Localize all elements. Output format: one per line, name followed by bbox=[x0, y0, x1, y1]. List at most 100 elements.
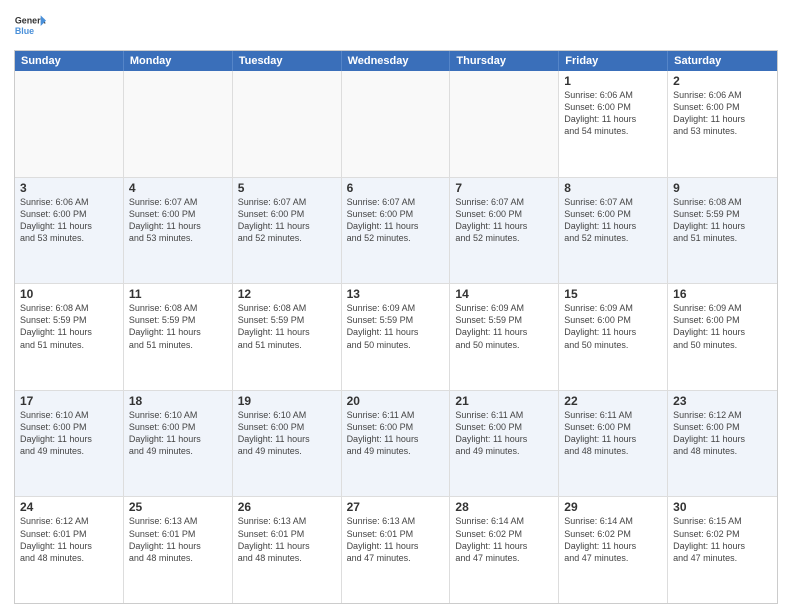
day-cell-2[interactable]: 2Sunrise: 6:06 AM Sunset: 6:00 PM Daylig… bbox=[668, 71, 777, 177]
day-number: 11 bbox=[129, 287, 227, 301]
weekday-header-saturday: Saturday bbox=[668, 51, 777, 71]
day-cell-20[interactable]: 20Sunrise: 6:11 AM Sunset: 6:00 PM Dayli… bbox=[342, 391, 451, 497]
day-cell-1[interactable]: 1Sunrise: 6:06 AM Sunset: 6:00 PM Daylig… bbox=[559, 71, 668, 177]
day-cell-15[interactable]: 15Sunrise: 6:09 AM Sunset: 6:00 PM Dayli… bbox=[559, 284, 668, 390]
empty-cell bbox=[15, 71, 124, 177]
day-info: Sunrise: 6:09 AM Sunset: 5:59 PM Dayligh… bbox=[347, 302, 445, 351]
day-cell-24[interactable]: 24Sunrise: 6:12 AM Sunset: 6:01 PM Dayli… bbox=[15, 497, 124, 603]
day-number: 17 bbox=[20, 394, 118, 408]
day-number: 25 bbox=[129, 500, 227, 514]
header: General Blue bbox=[14, 10, 778, 42]
day-cell-22[interactable]: 22Sunrise: 6:11 AM Sunset: 6:00 PM Dayli… bbox=[559, 391, 668, 497]
day-info: Sunrise: 6:12 AM Sunset: 6:01 PM Dayligh… bbox=[20, 515, 118, 564]
day-cell-17[interactable]: 17Sunrise: 6:10 AM Sunset: 6:00 PM Dayli… bbox=[15, 391, 124, 497]
day-info: Sunrise: 6:13 AM Sunset: 6:01 PM Dayligh… bbox=[347, 515, 445, 564]
day-number: 12 bbox=[238, 287, 336, 301]
day-cell-9[interactable]: 9Sunrise: 6:08 AM Sunset: 5:59 PM Daylig… bbox=[668, 178, 777, 284]
day-cell-27[interactable]: 27Sunrise: 6:13 AM Sunset: 6:01 PM Dayli… bbox=[342, 497, 451, 603]
empty-cell bbox=[342, 71, 451, 177]
day-number: 24 bbox=[20, 500, 118, 514]
day-cell-16[interactable]: 16Sunrise: 6:09 AM Sunset: 6:00 PM Dayli… bbox=[668, 284, 777, 390]
day-number: 21 bbox=[455, 394, 553, 408]
day-number: 20 bbox=[347, 394, 445, 408]
day-cell-19[interactable]: 19Sunrise: 6:10 AM Sunset: 6:00 PM Dayli… bbox=[233, 391, 342, 497]
day-cell-13[interactable]: 13Sunrise: 6:09 AM Sunset: 5:59 PM Dayli… bbox=[342, 284, 451, 390]
empty-cell bbox=[233, 71, 342, 177]
day-cell-14[interactable]: 14Sunrise: 6:09 AM Sunset: 5:59 PM Dayli… bbox=[450, 284, 559, 390]
day-cell-28[interactable]: 28Sunrise: 6:14 AM Sunset: 6:02 PM Dayli… bbox=[450, 497, 559, 603]
day-info: Sunrise: 6:09 AM Sunset: 6:00 PM Dayligh… bbox=[673, 302, 772, 351]
day-cell-30[interactable]: 30Sunrise: 6:15 AM Sunset: 6:02 PM Dayli… bbox=[668, 497, 777, 603]
day-number: 28 bbox=[455, 500, 553, 514]
day-cell-29[interactable]: 29Sunrise: 6:14 AM Sunset: 6:02 PM Dayli… bbox=[559, 497, 668, 603]
day-info: Sunrise: 6:06 AM Sunset: 6:00 PM Dayligh… bbox=[673, 89, 772, 138]
weekday-header-wednesday: Wednesday bbox=[342, 51, 451, 71]
day-cell-10[interactable]: 10Sunrise: 6:08 AM Sunset: 5:59 PM Dayli… bbox=[15, 284, 124, 390]
day-cell-6[interactable]: 6Sunrise: 6:07 AM Sunset: 6:00 PM Daylig… bbox=[342, 178, 451, 284]
svg-text:Blue: Blue bbox=[15, 26, 34, 36]
day-cell-3[interactable]: 3Sunrise: 6:06 AM Sunset: 6:00 PM Daylig… bbox=[15, 178, 124, 284]
calendar-row-5: 24Sunrise: 6:12 AM Sunset: 6:01 PM Dayli… bbox=[15, 496, 777, 603]
day-info: Sunrise: 6:13 AM Sunset: 6:01 PM Dayligh… bbox=[129, 515, 227, 564]
page: General Blue SundayMondayTuesdayWednesda… bbox=[0, 0, 792, 612]
day-info: Sunrise: 6:08 AM Sunset: 5:59 PM Dayligh… bbox=[673, 196, 772, 245]
day-info: Sunrise: 6:15 AM Sunset: 6:02 PM Dayligh… bbox=[673, 515, 772, 564]
empty-cell bbox=[124, 71, 233, 177]
weekday-header-sunday: Sunday bbox=[15, 51, 124, 71]
day-info: Sunrise: 6:07 AM Sunset: 6:00 PM Dayligh… bbox=[564, 196, 662, 245]
empty-cell bbox=[450, 71, 559, 177]
day-number: 2 bbox=[673, 74, 772, 88]
day-number: 14 bbox=[455, 287, 553, 301]
day-info: Sunrise: 6:07 AM Sunset: 6:00 PM Dayligh… bbox=[129, 196, 227, 245]
day-info: Sunrise: 6:10 AM Sunset: 6:00 PM Dayligh… bbox=[129, 409, 227, 458]
day-number: 19 bbox=[238, 394, 336, 408]
day-cell-7[interactable]: 7Sunrise: 6:07 AM Sunset: 6:00 PM Daylig… bbox=[450, 178, 559, 284]
logo: General Blue bbox=[14, 10, 46, 42]
weekday-header-friday: Friday bbox=[559, 51, 668, 71]
day-number: 15 bbox=[564, 287, 662, 301]
day-number: 8 bbox=[564, 181, 662, 195]
day-number: 10 bbox=[20, 287, 118, 301]
weekday-header-monday: Monday bbox=[124, 51, 233, 71]
day-info: Sunrise: 6:09 AM Sunset: 5:59 PM Dayligh… bbox=[455, 302, 553, 351]
day-cell-21[interactable]: 21Sunrise: 6:11 AM Sunset: 6:00 PM Dayli… bbox=[450, 391, 559, 497]
day-cell-4[interactable]: 4Sunrise: 6:07 AM Sunset: 6:00 PM Daylig… bbox=[124, 178, 233, 284]
day-number: 23 bbox=[673, 394, 772, 408]
day-number: 9 bbox=[673, 181, 772, 195]
day-info: Sunrise: 6:07 AM Sunset: 6:00 PM Dayligh… bbox=[238, 196, 336, 245]
calendar: SundayMondayTuesdayWednesdayThursdayFrid… bbox=[14, 50, 778, 604]
day-number: 13 bbox=[347, 287, 445, 301]
day-cell-26[interactable]: 26Sunrise: 6:13 AM Sunset: 6:01 PM Dayli… bbox=[233, 497, 342, 603]
day-info: Sunrise: 6:06 AM Sunset: 6:00 PM Dayligh… bbox=[564, 89, 662, 138]
calendar-body: 1Sunrise: 6:06 AM Sunset: 6:00 PM Daylig… bbox=[15, 71, 777, 603]
day-cell-25[interactable]: 25Sunrise: 6:13 AM Sunset: 6:01 PM Dayli… bbox=[124, 497, 233, 603]
day-cell-12[interactable]: 12Sunrise: 6:08 AM Sunset: 5:59 PM Dayli… bbox=[233, 284, 342, 390]
day-number: 1 bbox=[564, 74, 662, 88]
day-info: Sunrise: 6:14 AM Sunset: 6:02 PM Dayligh… bbox=[455, 515, 553, 564]
day-number: 18 bbox=[129, 394, 227, 408]
day-info: Sunrise: 6:08 AM Sunset: 5:59 PM Dayligh… bbox=[238, 302, 336, 351]
day-cell-5[interactable]: 5Sunrise: 6:07 AM Sunset: 6:00 PM Daylig… bbox=[233, 178, 342, 284]
day-number: 7 bbox=[455, 181, 553, 195]
calendar-header: SundayMondayTuesdayWednesdayThursdayFrid… bbox=[15, 51, 777, 71]
day-info: Sunrise: 6:11 AM Sunset: 6:00 PM Dayligh… bbox=[455, 409, 553, 458]
day-cell-18[interactable]: 18Sunrise: 6:10 AM Sunset: 6:00 PM Dayli… bbox=[124, 391, 233, 497]
day-cell-11[interactable]: 11Sunrise: 6:08 AM Sunset: 5:59 PM Dayli… bbox=[124, 284, 233, 390]
day-number: 27 bbox=[347, 500, 445, 514]
day-number: 4 bbox=[129, 181, 227, 195]
day-number: 6 bbox=[347, 181, 445, 195]
day-number: 5 bbox=[238, 181, 336, 195]
day-number: 16 bbox=[673, 287, 772, 301]
day-cell-8[interactable]: 8Sunrise: 6:07 AM Sunset: 6:00 PM Daylig… bbox=[559, 178, 668, 284]
day-number: 3 bbox=[20, 181, 118, 195]
day-number: 26 bbox=[238, 500, 336, 514]
day-cell-23[interactable]: 23Sunrise: 6:12 AM Sunset: 6:00 PM Dayli… bbox=[668, 391, 777, 497]
day-info: Sunrise: 6:10 AM Sunset: 6:00 PM Dayligh… bbox=[238, 409, 336, 458]
day-info: Sunrise: 6:08 AM Sunset: 5:59 PM Dayligh… bbox=[20, 302, 118, 351]
day-info: Sunrise: 6:11 AM Sunset: 6:00 PM Dayligh… bbox=[347, 409, 445, 458]
day-info: Sunrise: 6:07 AM Sunset: 6:00 PM Dayligh… bbox=[455, 196, 553, 245]
logo-icon: General Blue bbox=[14, 10, 46, 42]
day-info: Sunrise: 6:11 AM Sunset: 6:00 PM Dayligh… bbox=[564, 409, 662, 458]
day-info: Sunrise: 6:14 AM Sunset: 6:02 PM Dayligh… bbox=[564, 515, 662, 564]
day-info: Sunrise: 6:07 AM Sunset: 6:00 PM Dayligh… bbox=[347, 196, 445, 245]
